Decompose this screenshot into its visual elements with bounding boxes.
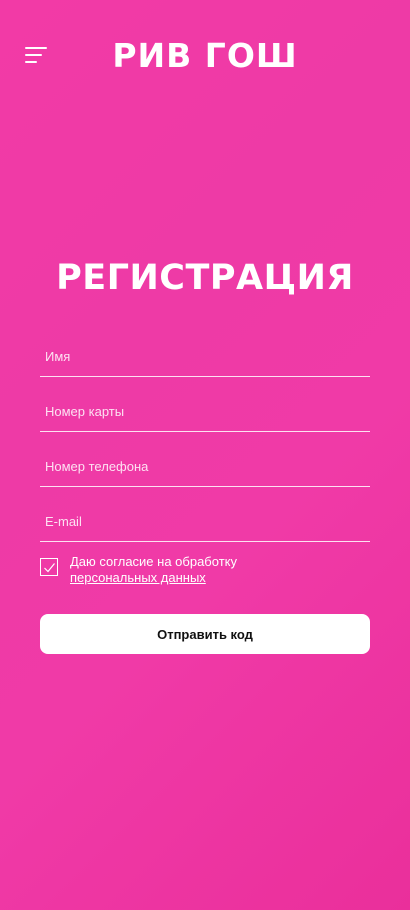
checkmark-icon [44,563,55,573]
brand-logo[interactable]: РИВ ГОШ [0,36,410,76]
email-input[interactable] [40,501,370,541]
header: РИВ ГОШ [0,0,410,110]
name-field [40,336,370,377]
card-number-input[interactable] [40,391,370,431]
personal-data-link[interactable]: персональных данных [70,570,206,585]
send-code-button[interactable]: Отправить код [40,614,370,654]
page-title: РЕГИСТРАЦИЯ [56,258,354,298]
name-input[interactable] [40,336,370,376]
consent-label: Даю согласие на обработку персональных д… [70,554,237,586]
email-field [40,501,370,542]
card-number-field [40,391,370,432]
phone-field [40,446,370,487]
phone-input[interactable] [40,446,370,486]
consent-text: Даю согласие на обработку [70,554,237,569]
consent-checkbox[interactable] [40,558,58,576]
consent-row: Даю согласие на обработку персональных д… [40,554,370,590]
